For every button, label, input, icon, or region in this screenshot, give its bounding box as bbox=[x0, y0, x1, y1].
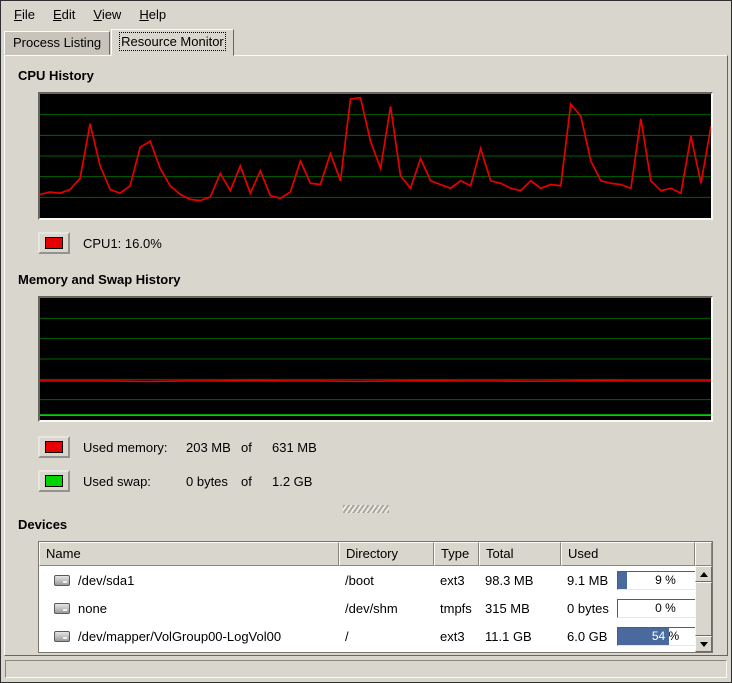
table-row[interactable]: /dev/sda1 /boot ext3 98.3 MB 9.1 MB 9 % … bbox=[39, 566, 695, 594]
menubar: File Edit View Help bbox=[1, 1, 731, 27]
resource-monitor-page: CPU History CPU1: 16.0% Memory and Swap … bbox=[4, 55, 728, 656]
column-header-directory[interactable]: Directory bbox=[339, 542, 434, 566]
swap-used-value: 0 bytes bbox=[186, 474, 241, 489]
device-directory: /boot bbox=[339, 573, 434, 588]
devices-table: Name Directory Type Total Used /dev/sda1… bbox=[38, 541, 713, 653]
cpu-legend: CPU1: 16.0% bbox=[38, 231, 714, 255]
device-name: none bbox=[78, 601, 107, 616]
usage-bar: 54 % 54 % bbox=[617, 627, 695, 646]
scrollbar-trough[interactable] bbox=[695, 582, 712, 636]
memory-used-value: 203 MB bbox=[186, 440, 241, 455]
scrollbar-thumb[interactable] bbox=[695, 582, 712, 636]
swap-color-swatch-frame bbox=[38, 470, 70, 492]
drive-icon bbox=[54, 603, 70, 614]
column-header-used[interactable]: Used bbox=[561, 542, 695, 566]
column-header-total[interactable]: Total bbox=[479, 542, 561, 566]
table-row[interactable]: /dev/mapper/VolGroup00-LogVol00 / ext3 1… bbox=[39, 622, 695, 650]
cpu-color-swatch-frame bbox=[38, 232, 70, 254]
memory-total-value: 631 MB bbox=[272, 440, 317, 455]
swap-color-swatch bbox=[45, 475, 63, 487]
device-directory: /dev/shm bbox=[339, 601, 434, 616]
device-total: 98.3 MB bbox=[479, 573, 561, 588]
column-header-name[interactable]: Name bbox=[39, 542, 339, 566]
up-arrow-icon bbox=[700, 572, 708, 577]
scroll-down-button[interactable] bbox=[695, 636, 712, 652]
cpu-history-graph bbox=[38, 92, 713, 220]
cpu-history-title: CPU History bbox=[18, 68, 714, 83]
swap-legend-label: Used swap: bbox=[83, 474, 186, 489]
device-type: ext3 bbox=[434, 629, 479, 644]
menu-edit[interactable]: Edit bbox=[44, 4, 84, 25]
devices-title: Devices bbox=[18, 517, 714, 532]
device-directory: / bbox=[339, 629, 434, 644]
table-row[interactable]: none /dev/shm tmpfs 315 MB 0 bytes 0 % 0… bbox=[39, 594, 695, 622]
menu-file[interactable]: File bbox=[5, 4, 44, 25]
swap-of-text: of bbox=[241, 474, 272, 489]
system-monitor-window: File Edit View Help Process Listing Reso… bbox=[0, 0, 732, 683]
down-arrow-icon bbox=[700, 642, 708, 647]
usage-bar: 0 % 0 % bbox=[617, 599, 695, 618]
device-type: tmpfs bbox=[434, 601, 479, 616]
notebook-tabs: Process Listing Resource Monitor bbox=[1, 27, 731, 55]
pane-resize-grip[interactable] bbox=[343, 505, 389, 513]
statusbar bbox=[5, 660, 727, 678]
scrollbar-header-filler bbox=[695, 542, 712, 566]
device-type: ext3 bbox=[434, 573, 479, 588]
swap-total-value: 1.2 GB bbox=[272, 474, 312, 489]
device-name: /dev/sda1 bbox=[78, 573, 134, 588]
device-total: 11.1 GB bbox=[479, 629, 561, 644]
tab-resource-monitor[interactable]: Resource Monitor bbox=[111, 29, 234, 56]
scroll-up-button[interactable] bbox=[695, 566, 712, 582]
device-used: 9.1 MB bbox=[567, 573, 617, 588]
drive-icon bbox=[54, 575, 70, 586]
usage-bar: 9 % 9 % bbox=[617, 571, 695, 590]
device-name: /dev/mapper/VolGroup00-LogVol00 bbox=[78, 629, 281, 644]
column-header-type[interactable]: Type bbox=[434, 542, 479, 566]
memory-history-title: Memory and Swap History bbox=[18, 272, 714, 287]
tab-process-listing[interactable]: Process Listing bbox=[4, 31, 110, 55]
cpu-color-swatch bbox=[45, 237, 63, 249]
device-used: 0 bytes bbox=[567, 601, 617, 616]
menu-help[interactable]: Help bbox=[130, 4, 175, 25]
memory-legend-label: Used memory: bbox=[83, 440, 186, 455]
device-used: 6.0 GB bbox=[567, 629, 617, 644]
device-total: 315 MB bbox=[479, 601, 561, 616]
memory-color-swatch-frame bbox=[38, 436, 70, 458]
drive-icon bbox=[54, 631, 70, 642]
memory-history-graph bbox=[38, 296, 713, 422]
vertical-scrollbar[interactable] bbox=[695, 542, 712, 652]
menu-view[interactable]: View bbox=[84, 4, 130, 25]
memory-color-swatch bbox=[45, 441, 63, 453]
swap-legend: Used swap: 0 bytes of 1.2 GB bbox=[38, 469, 714, 493]
memory-of-text: of bbox=[241, 440, 272, 455]
memory-legend: Used memory: 203 MB of 631 MB bbox=[38, 435, 714, 459]
devices-table-header: Name Directory Type Total Used bbox=[39, 542, 695, 566]
cpu-legend-label: CPU1: 16.0% bbox=[83, 236, 162, 251]
